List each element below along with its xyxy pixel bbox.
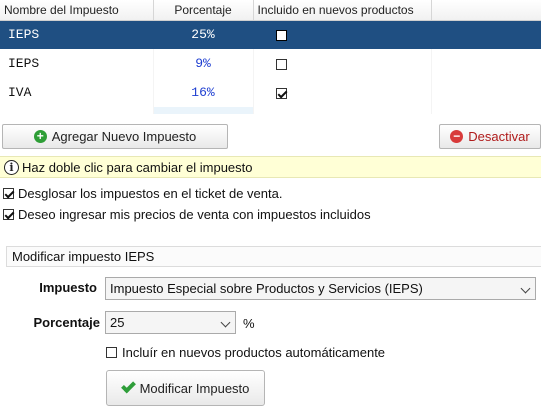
cell-included xyxy=(253,20,432,49)
percent-label: Porcentaje xyxy=(33,315,100,330)
auto-include-option[interactable]: Incluír en nuevos productos automáticame… xyxy=(106,345,385,360)
table-header-row: Nombre del Impuesto Porcentaje Incluido … xyxy=(0,0,541,21)
cell-tax-name: IEPS xyxy=(0,49,154,78)
col-header-name[interactable]: Nombre del Impuesto xyxy=(0,0,154,21)
tax-table: Nombre del Impuesto Porcentaje Incluido … xyxy=(0,0,541,114)
tax-select[interactable]: Impuesto Especial sobre Productos y Serv… xyxy=(105,277,536,300)
info-icon: i xyxy=(4,159,19,175)
cell-tax-percent: 25% xyxy=(153,20,254,49)
info-text: Haz doble clic para cambiar el impuesto xyxy=(22,159,253,175)
col-header-empty xyxy=(431,0,541,21)
add-tax-label: Agregar Nuevo Impuesto xyxy=(51,129,197,144)
percent-unit: % xyxy=(243,316,255,331)
deactivate-button[interactable]: − Desactivar xyxy=(439,124,541,149)
table-row[interactable]: IEPS 25% xyxy=(0,20,541,49)
col-header-percent[interactable]: Porcentaje xyxy=(153,0,254,21)
cell-included xyxy=(253,49,432,78)
cell-included xyxy=(253,78,432,107)
cell-tax-percent: 9% xyxy=(153,49,254,78)
add-tax-button[interactable]: + Agregar Nuevo Impuesto xyxy=(2,124,228,149)
cell-tax-name: IVA xyxy=(0,78,154,107)
modify-tax-label: Modificar Impuesto xyxy=(139,380,250,396)
col-header-included[interactable]: Incluido en nuevos productos xyxy=(253,0,432,21)
cell-tax-percent: 16% xyxy=(153,78,254,107)
info-bar: i Haz doble clic para cambiar el impuest… xyxy=(0,156,541,178)
included-checkbox[interactable] xyxy=(275,59,287,71)
included-checkbox[interactable] xyxy=(275,30,287,42)
auto-include-checkbox[interactable] xyxy=(106,347,117,358)
breakdown-checkbox[interactable] xyxy=(3,188,14,199)
plus-circle-icon: + xyxy=(33,130,47,143)
tax-select-value: Impuesto Especial sobre Productos y Serv… xyxy=(110,281,423,296)
breakdown-option[interactable]: Desglosar los impuestos en el ticket de … xyxy=(3,186,282,201)
edit-panel-title: Modificar impuesto IEPS xyxy=(6,246,541,267)
modify-tax-button[interactable]: Modificar Impuesto xyxy=(106,370,265,406)
table-row[interactable]: IEPS 9% xyxy=(0,49,541,78)
check-icon xyxy=(120,378,136,394)
chevron-down-icon xyxy=(220,317,231,328)
include-prices-option[interactable]: Deseo ingresar mis precios de venta con … xyxy=(3,207,371,222)
include-prices-checkbox[interactable] xyxy=(3,209,14,220)
percent-select-value: 25 xyxy=(110,315,125,330)
tax-label: Impuesto xyxy=(39,280,97,295)
table-row[interactable]: IVA 16% xyxy=(0,78,541,107)
included-checkbox[interactable] xyxy=(275,88,287,100)
auto-include-label[interactable]: Incluír en nuevos productos automáticame… xyxy=(122,345,385,360)
minus-circle-icon: − xyxy=(450,130,464,143)
table-filler-row xyxy=(0,107,541,114)
breakdown-label[interactable]: Desglosar los impuestos en el ticket de … xyxy=(18,186,282,201)
chevron-down-icon xyxy=(520,283,531,294)
percent-select[interactable]: 25 xyxy=(105,311,236,334)
deactivate-label: Desactivar xyxy=(468,129,530,144)
include-prices-label[interactable]: Deseo ingresar mis precios de venta con … xyxy=(18,207,371,222)
cell-tax-name: IEPS xyxy=(0,20,154,49)
